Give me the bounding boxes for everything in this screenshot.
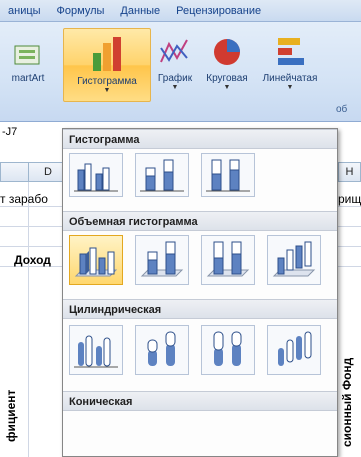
line-chart-button[interactable]: График ▼ [154, 34, 196, 92]
chevron-down-icon: ▼ [103, 87, 111, 94]
smartart-button[interactable]: martArt [0, 42, 56, 84]
ribbon-tabs: аницы Формулы Данные Рецензирование [0, 0, 361, 22]
pie-chart-icon [214, 39, 240, 65]
cell-income-header[interactable]: Доход [14, 253, 51, 267]
chart-thumb-clustered-cylinder[interactable] [69, 325, 123, 375]
name-box[interactable]: -J7 [0, 122, 70, 144]
pie-chart-label: Круговая [206, 73, 248, 84]
chevron-down-icon: ▼ [286, 84, 294, 91]
cell-fund-vertical[interactable]: сионный Фонд [340, 297, 354, 447]
gallery-section-header-cylinder: Цилиндрическая [63, 299, 337, 319]
gallery-section-header-cone: Коническая [63, 391, 337, 411]
chart-thumb-3d-100-stacked-column[interactable] [201, 235, 255, 285]
tab-data[interactable]: Данные [112, 0, 168, 21]
ribbon-insert-panel: martArt Гистограмма ▼ График ▼ Круговая … [0, 22, 361, 143]
histogram-chart-button[interactable]: Гистограмма ▼ [63, 28, 151, 102]
chart-thumb-3d-clustered-column[interactable] [69, 235, 123, 285]
chart-thumb-3d-column[interactable] [267, 235, 321, 285]
chart-thumb-100-stacked-cylinder[interactable] [201, 325, 255, 375]
3d-percent-stacked-column-icon [206, 241, 250, 277]
percent-stacked-column-icon [206, 159, 250, 192]
line-chart-icon [160, 39, 188, 63]
tab-review[interactable]: Рецензирование [168, 0, 269, 21]
bar-chart-icon [278, 38, 304, 65]
gridline [28, 182, 29, 457]
tab-formulas[interactable]: Формулы [49, 0, 113, 21]
3d-column-icon [272, 241, 316, 277]
clustered-column-icon [74, 163, 118, 192]
chart-thumb-100-stacked-column[interactable] [201, 153, 255, 197]
3d-cylinder-icon [278, 331, 312, 366]
histogram-label: Гистограмма [77, 76, 137, 87]
group-label-fragment: об [336, 104, 348, 115]
cell-right-text[interactable]: рищх [338, 192, 361, 206]
gallery-section-header-column: Гистограмма [63, 129, 337, 149]
bar-chart-label: Линейчатая [262, 73, 318, 84]
line-chart-label: График [157, 73, 193, 84]
chart-thumb-stacked-cylinder[interactable] [135, 325, 189, 375]
cell-earnings-text[interactable]: т зарабо [0, 192, 48, 206]
bar-chart-button[interactable]: Линейчатая ▼ [258, 34, 322, 92]
chart-thumb-3d-stacked-column[interactable] [135, 235, 189, 285]
3d-clustered-column-icon [74, 247, 118, 277]
pie-chart-button[interactable]: Круговая ▼ [200, 34, 254, 92]
3d-stacked-column-icon [140, 241, 184, 277]
column-header-h[interactable]: H [338, 162, 361, 182]
percent-stacked-cylinder-icon [213, 331, 242, 366]
chevron-down-icon: ▼ [171, 84, 179, 91]
histogram-chart-icon [93, 37, 121, 71]
chart-thumb-clustered-column[interactable] [69, 153, 123, 197]
chart-thumb-stacked-column[interactable] [135, 153, 189, 197]
chevron-down-icon: ▼ [223, 84, 231, 91]
smartart-icon [14, 45, 40, 65]
smartart-label: martArt [11, 73, 45, 84]
stacked-cylinder-icon [147, 331, 176, 366]
clustered-cylinder-icon [74, 335, 118, 368]
cell-coefficient-vertical[interactable]: фициент [4, 292, 18, 442]
gallery-section-header-3d-column: Объемная гистограмма [63, 211, 337, 231]
stacked-column-icon [140, 159, 184, 192]
tab-page-layout[interactable]: аницы [0, 0, 49, 21]
chart-type-gallery: Гистограмма Объемная гистограмма Цилиндр… [62, 128, 338, 457]
chart-thumb-3d-cylinder[interactable] [267, 325, 321, 375]
